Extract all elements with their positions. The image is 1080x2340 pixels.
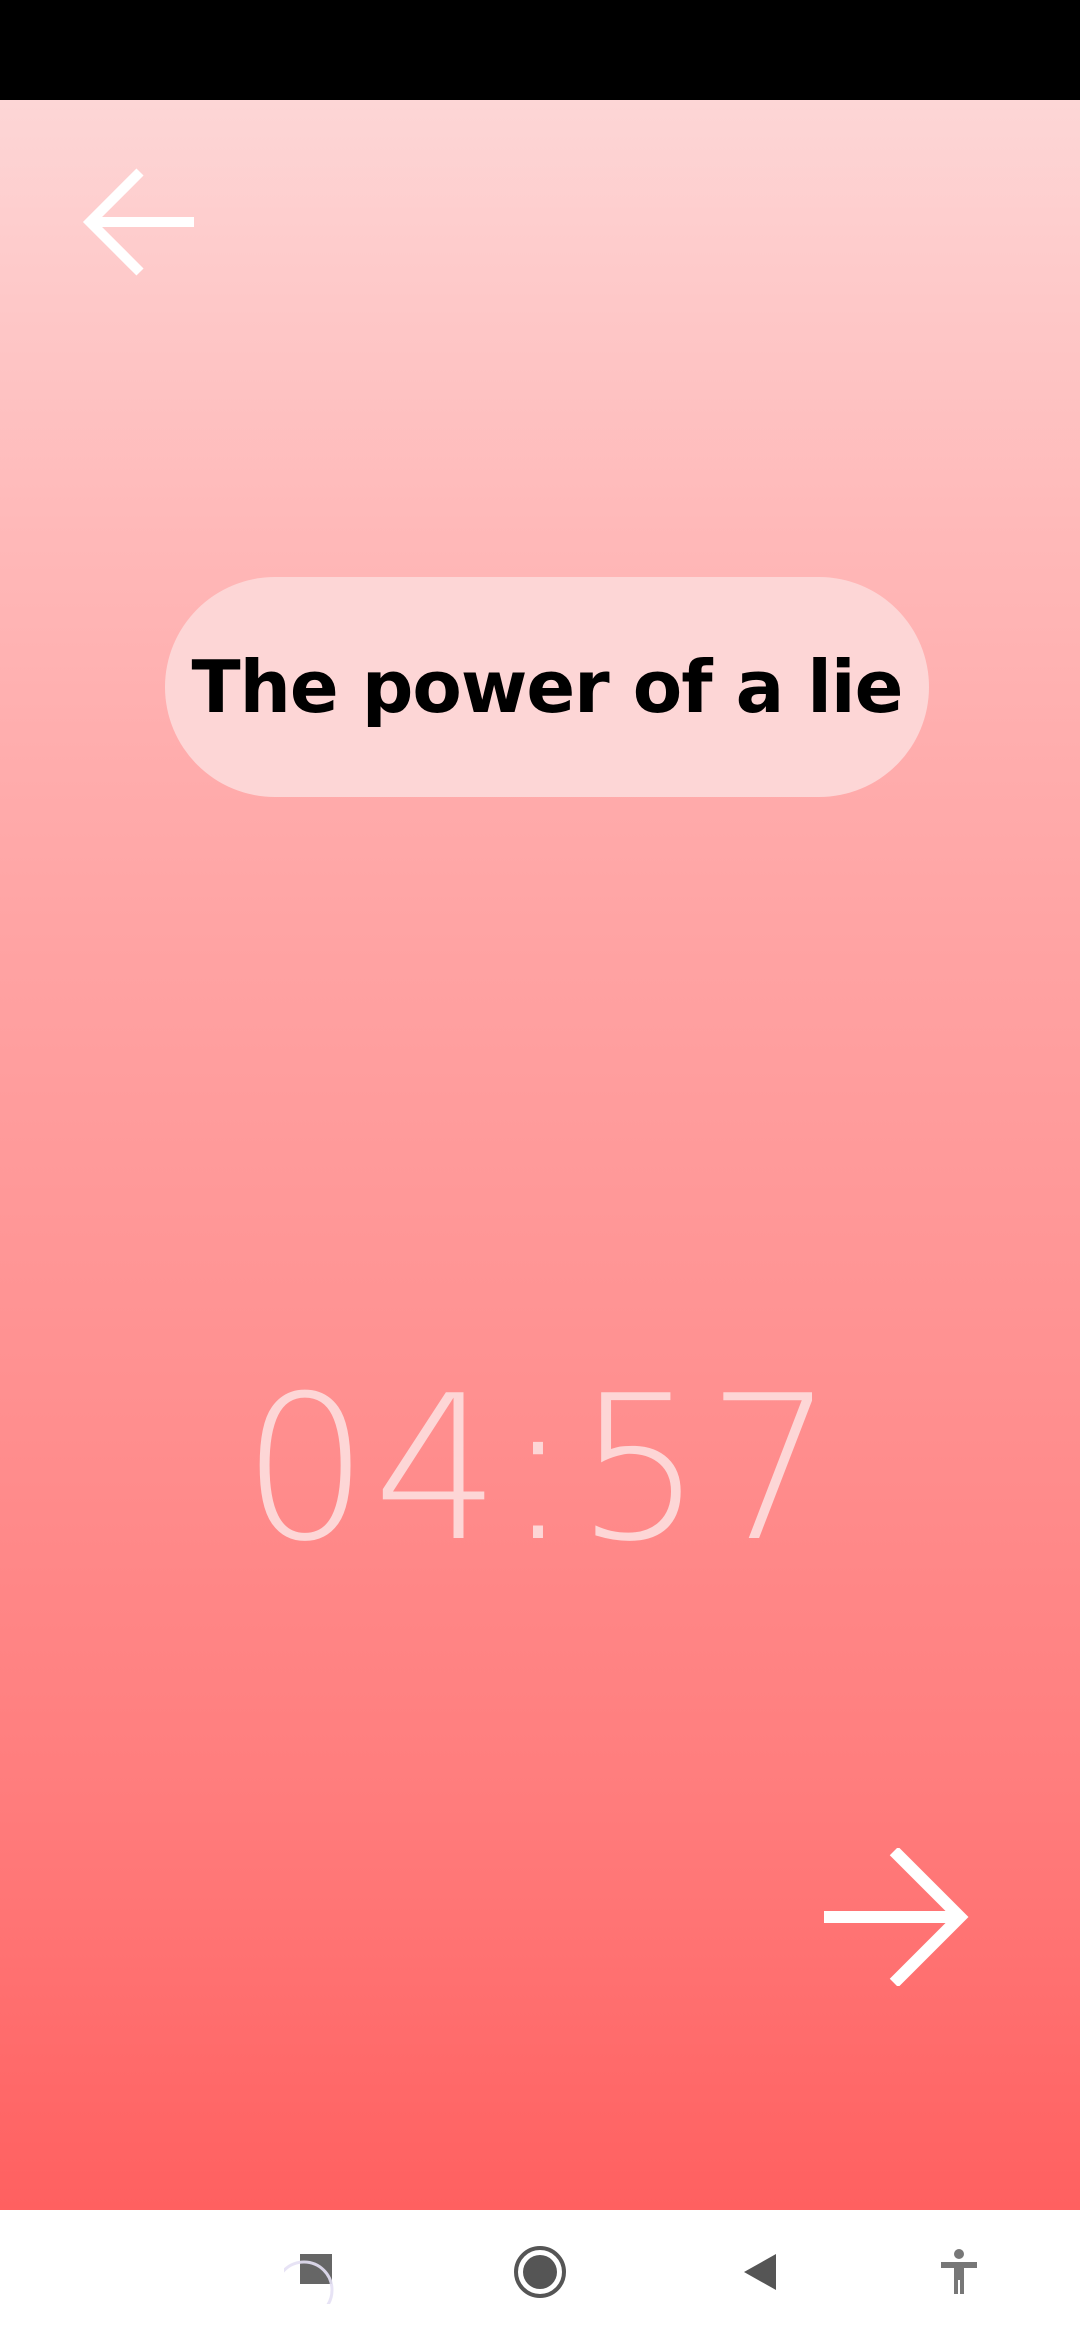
status-bar	[0, 0, 1080, 100]
home-button[interactable]	[508, 2240, 572, 2304]
next-button[interactable]	[822, 1846, 972, 1988]
arrow-left-icon	[82, 168, 194, 276]
recents-button[interactable]	[284, 2240, 348, 2304]
app-screen: The power of a lie 04:57	[0, 0, 1080, 2340]
arrow-right-icon	[824, 1846, 969, 1988]
back-triangle-icon	[744, 2254, 776, 2290]
countdown-timer: 04:57	[241, 1353, 839, 1586]
session-title-pill: The power of a lie	[165, 577, 929, 797]
system-back-button[interactable]	[728, 2240, 792, 2304]
recents-square-icon	[284, 2254, 334, 2304]
session-title: The power of a lie	[191, 645, 904, 729]
accessibility-icon	[941, 2249, 977, 2294]
accessibility-button[interactable]	[927, 2240, 991, 2304]
home-circle-icon	[514, 2246, 566, 2298]
meditation-content: The power of a lie 04:57	[0, 100, 1080, 2210]
back-button[interactable]	[82, 168, 198, 276]
system-navigation-bar	[0, 2210, 1080, 2340]
